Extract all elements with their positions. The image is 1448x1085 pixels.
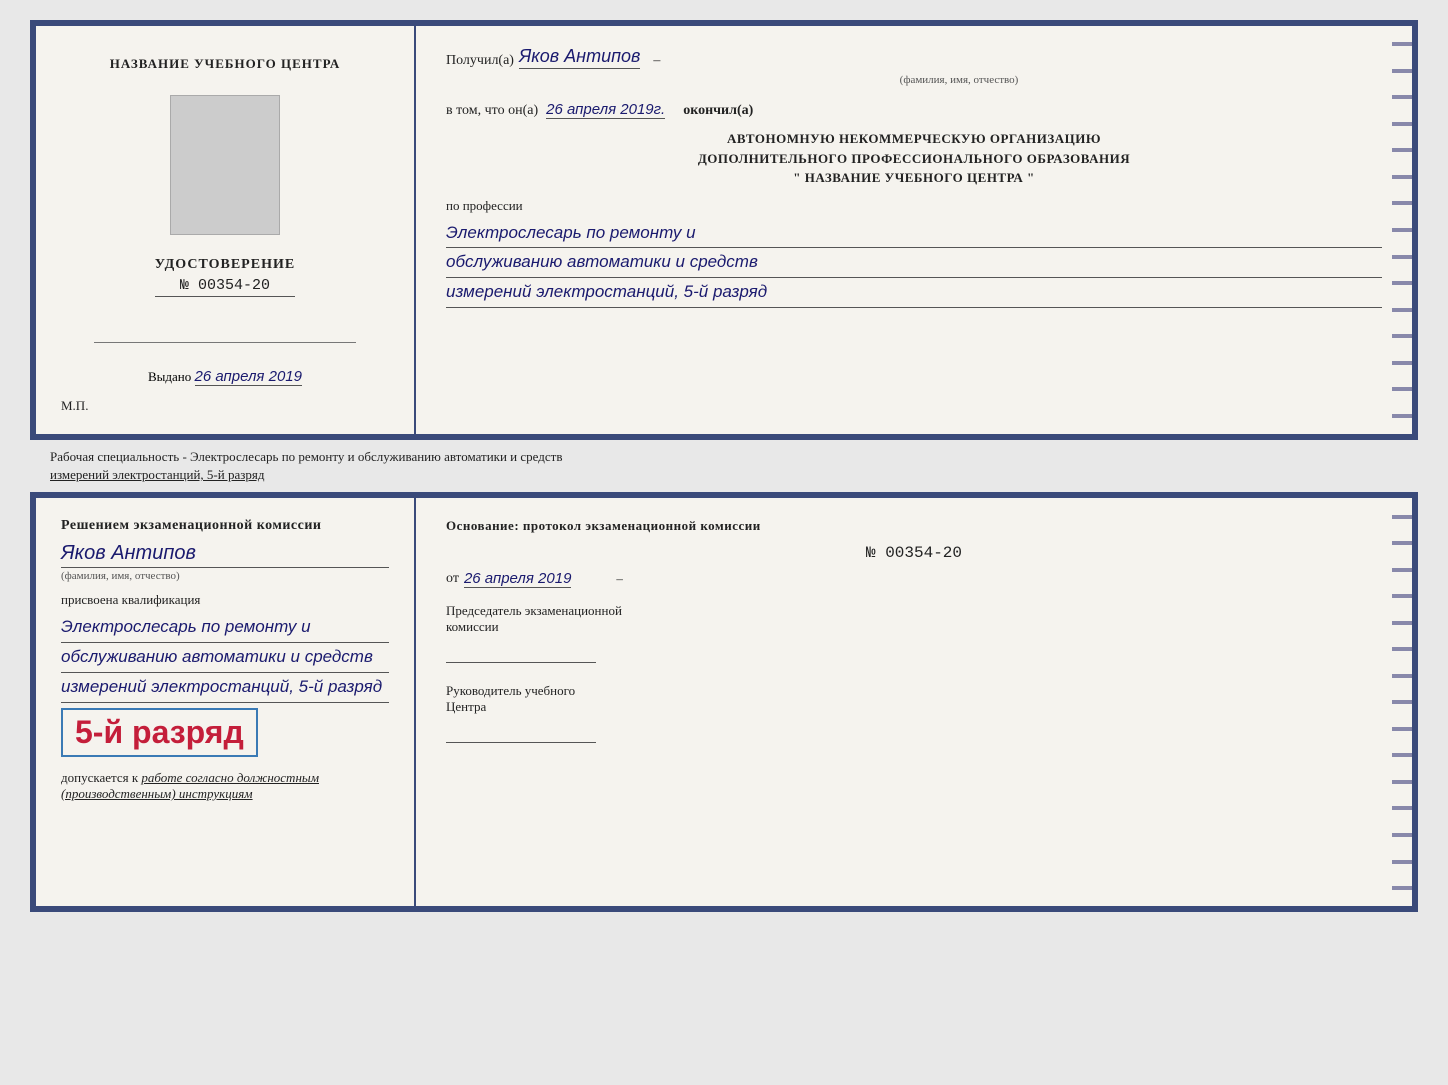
diploma-bottom-left: Решением экзаменационной комиссии Яков А… (36, 498, 416, 906)
vydano-date: 26 апреля 2019 (195, 368, 302, 386)
page-wrapper: НАЗВАНИЕ УЧЕБНОГО ЦЕНТРА УДОСТОВЕРЕНИЕ №… (10, 10, 1438, 922)
profession-line1: Электрослесарь по ремонту и (446, 219, 1382, 249)
diploma-bottom-right: Основание: протокол экзаменационной коми… (416, 498, 1412, 906)
vtom-line: в том, что он(а) 26 апреля 2019г. окончи… (446, 101, 1382, 119)
ot-date: 26 апреля 2019 (464, 570, 571, 588)
date-completed: 26 апреля 2019г. (546, 101, 665, 119)
diploma-bottom: Решением экзаменационной комиссии Яков А… (30, 492, 1418, 912)
between-text: Рабочая специальность - Электрослесарь п… (30, 440, 1418, 492)
recipient-name: Яков Антипов (519, 46, 640, 69)
dash-right: – (616, 571, 623, 587)
predsedatel-signature (446, 643, 596, 663)
between-line2: измерений электростанций, 5-й разряд (50, 466, 1398, 484)
profession-line2: обслуживанию автоматики и средств (446, 248, 1382, 278)
ot-line: от 26 апреля 2019 – (446, 570, 1382, 588)
profession-line3: измерений электростанций, 5-й разряд (446, 278, 1382, 308)
org-line3: " НАЗВАНИЕ УЧЕБНОГО ЦЕНТРА " (446, 168, 1382, 188)
protocol-number: № 00354-20 (446, 544, 1382, 562)
razryad-highlight-box: 5-й разряд (61, 708, 258, 757)
org-block: АВТОНОМНУЮ НЕКОММЕРЧЕСКУЮ ОРГАНИЗАЦИЮ ДО… (446, 129, 1382, 188)
po-professii-label: по профессии (446, 198, 1382, 214)
poluchil-line: Получил(а) Яков Антипов – (446, 46, 1382, 69)
udostoverenie-block: УДОСТОВЕРЕНИЕ № 00354-20 (155, 257, 295, 297)
dopuskaetsya-label: допускается к (61, 770, 138, 785)
rukovoditel-line2: Центра (446, 699, 1382, 715)
between-line1: Рабочая специальность - Электрослесарь п… (50, 448, 1398, 466)
mp-label: М.П. (61, 398, 88, 414)
bottom-name: Яков Антипов (61, 542, 389, 568)
diploma-right-panel: Получил(а) Яков Антипов – (фамилия, имя,… (416, 26, 1412, 434)
rukovoditel-block: Руководитель учебного Центра (446, 683, 1382, 743)
dopuskaetsya-block: допускается к работе согласно должностны… (61, 770, 389, 802)
okonchill-label: окончил(а) (683, 103, 753, 119)
qual-block: Электрослесарь по ремонту и обслуживанию… (61, 613, 389, 703)
ot-prefix: от (446, 571, 459, 587)
dash: – (653, 53, 660, 69)
qual-line2: обслуживанию автоматики и средств (61, 643, 389, 673)
qual-line1: Электрослесарь по ремонту и (61, 613, 389, 643)
predsedatel-block: Председатель экзаменационной комиссии (446, 603, 1382, 663)
prisvoena-label: присвоена квалификация (61, 592, 389, 608)
predsedatel-line2: комиссии (446, 619, 1382, 635)
diploma-left-panel: НАЗВАНИЕ УЧЕБНОГО ЦЕНТРА УДОСТОВЕРЕНИЕ №… (36, 26, 416, 434)
bottom-right-decor (1392, 498, 1412, 906)
fio-label-top: (фамилия, имя, отчество) (536, 74, 1382, 86)
diploma-top: НАЗВАНИЕ УЧЕБНОГО ЦЕНТРА УДОСТОВЕРЕНИЕ №… (30, 20, 1418, 440)
profession-block: Электрослесарь по ремонту и обслуживанию… (446, 219, 1382, 309)
org-line1: АВТОНОМНУЮ НЕКОММЕРЧЕСКУЮ ОРГАНИЗАЦИЮ (446, 129, 1382, 149)
rukovoditel-line1: Руководитель учебного (446, 683, 1382, 699)
org-line2: ДОПОЛНИТЕЛЬНОГО ПРОФЕССИОНАЛЬНОГО ОБРАЗО… (446, 149, 1382, 169)
udostoverenie-number: № 00354-20 (155, 277, 295, 297)
cert-image (170, 95, 280, 235)
resheniem-label: Решением экзаменационной комиссии (61, 518, 389, 534)
qual-line3: измерений электростанций, 5-й разряд (61, 673, 389, 703)
osnovanie-label: Основание: протокол экзаменационной коми… (446, 518, 1382, 534)
right-decor (1392, 26, 1412, 434)
fio-label-bottom: (фамилия, имя, отчество) (61, 570, 389, 582)
razryad-big-text: 5-й разряд (75, 714, 244, 751)
vtom-label: в том, что он(а) (446, 103, 538, 119)
predsedatel-line1: Председатель экзаменационной (446, 603, 1382, 619)
org-name-top: НАЗВАНИЕ УЧЕБНОГО ЦЕНТРА (110, 56, 341, 72)
rukovoditel-signature (446, 723, 596, 743)
udostoverenie-title: УДОСТОВЕРЕНИЕ (155, 257, 295, 273)
vydano-block: Выдано 26 апреля 2019 (148, 368, 302, 385)
vydano-label: Выдано (148, 369, 191, 384)
poluchil-label: Получил(а) (446, 53, 514, 69)
